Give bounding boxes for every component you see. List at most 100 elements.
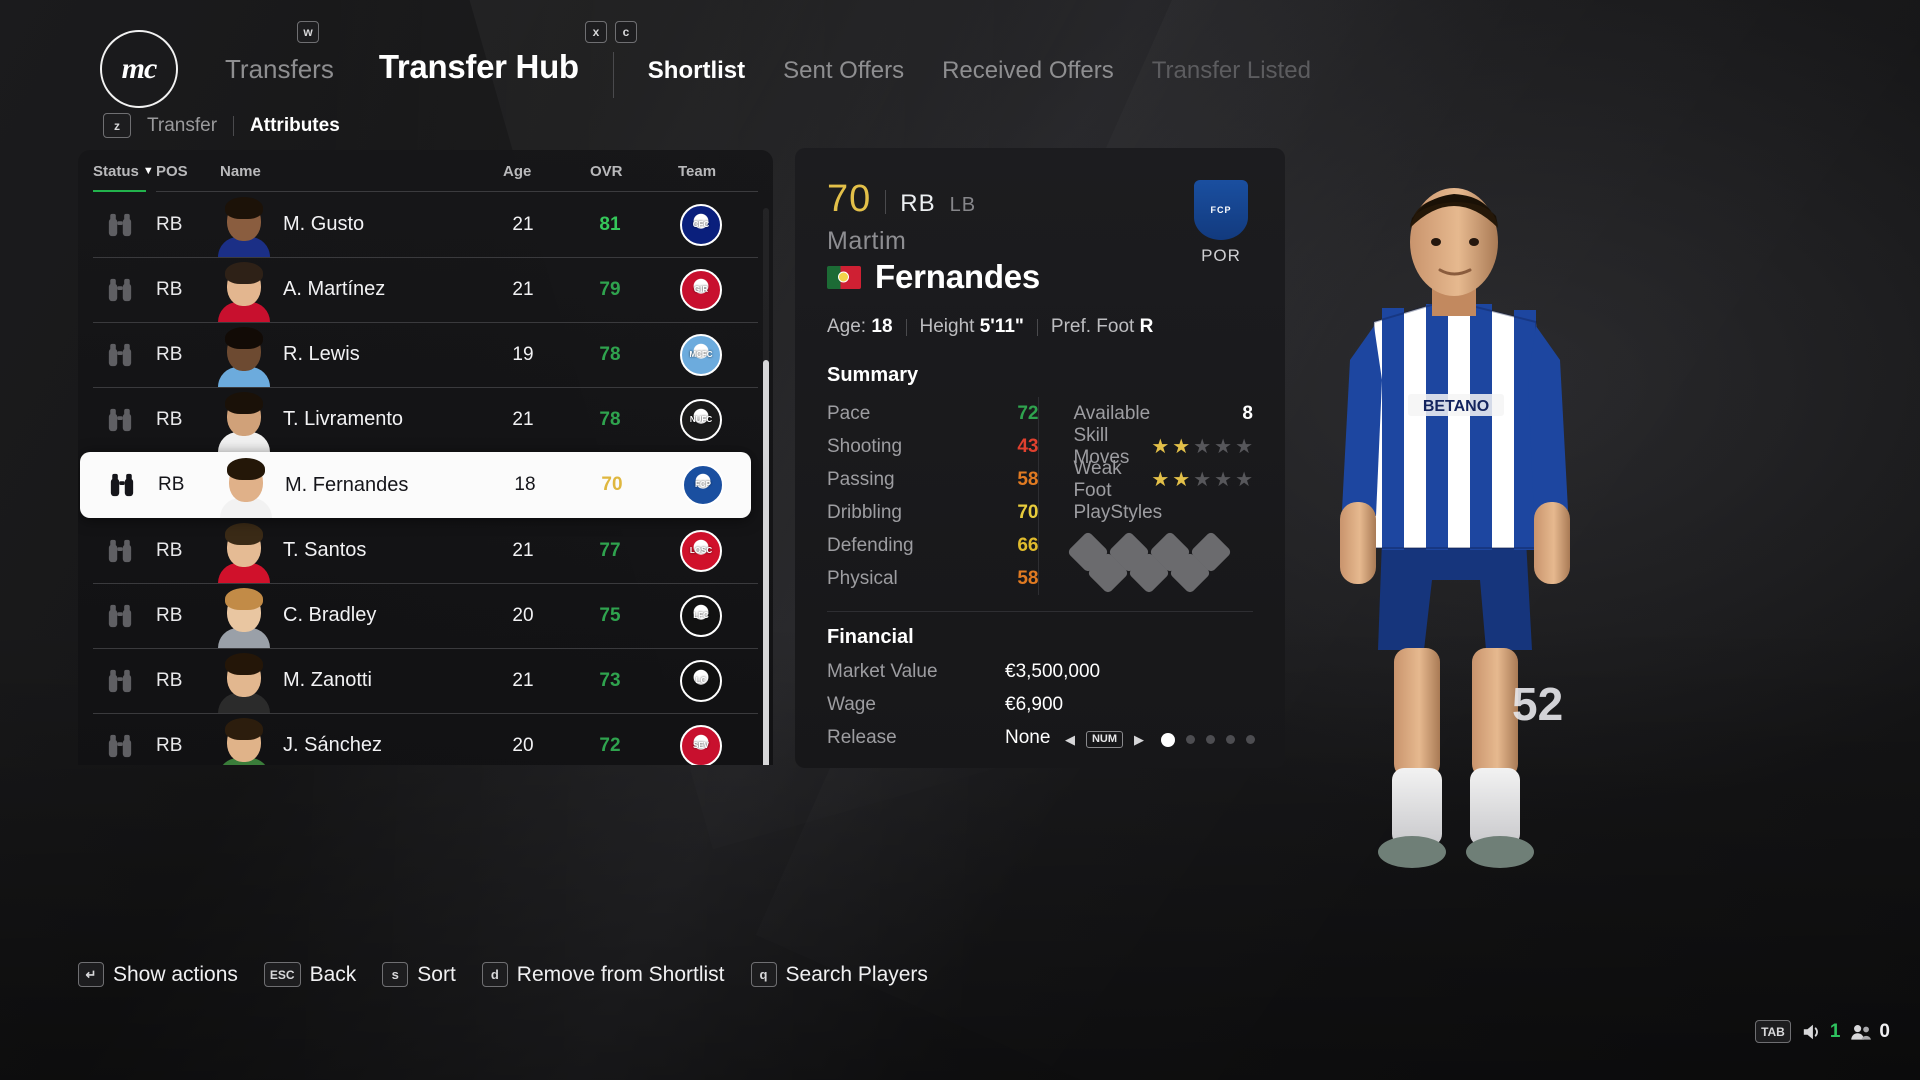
player-face-thumbnail [216,192,272,257]
column-header-name[interactable]: Name [220,163,261,180]
row-overall: 73 [599,669,621,691]
tab-shortlist[interactable]: Shortlist [648,57,745,85]
star-icon: ★ [1193,435,1212,458]
detail-overall-rating: 70 [827,178,872,220]
table-row-selected[interactable]: RB M. Fernandes 18 70 FCP [80,452,751,518]
scout-status-icon[interactable] [98,472,146,498]
row-age: 21 [512,278,534,300]
table-row[interactable]: RB T. Santos 21 77 LOSC [78,518,773,583]
tab-received-offers[interactable]: Received Offers [942,57,1114,85]
portugal-flag-icon [827,265,861,289]
row-overall: 78 [599,408,621,430]
people-indicator[interactable]: 0 [1850,1021,1890,1043]
table-row[interactable]: RB M. Zanotti 21 73 LC [78,648,773,713]
table-row[interactable]: RB R. Lewis 19 78 MCFC [78,322,773,387]
player-face-thumbnail [216,387,272,452]
action-hint[interactable]: ↵ Show actions [78,962,238,987]
breadcrumb-transfers[interactable]: Transfers [225,54,334,85]
summary-attribute-value: 72 [1017,402,1039,424]
pager-next-icon[interactable]: ▶ [1134,732,1144,748]
binoculars-icon [108,539,132,562]
scout-status-icon[interactable] [96,668,144,694]
pager-dot[interactable] [1186,735,1195,744]
pager-dot[interactable] [1161,732,1175,747]
page-title: Transfer Hub [378,48,579,85]
detail-rating-divider [885,190,887,214]
scout-status-icon[interactable] [96,342,144,368]
row-face [216,518,272,583]
column-header-pos[interactable]: POS [156,163,188,180]
row-team-crest: LC [673,659,729,702]
star-icon: ★ [1151,468,1170,491]
club-badge: FCP POR [1190,180,1252,266]
club-crest-icon: CFC [680,203,722,246]
club-crest-icon: LFC [680,594,722,637]
scout-status-icon[interactable] [96,603,144,629]
bio-divider [905,318,907,336]
column-header-team[interactable]: Team [678,163,716,180]
key-x: x [585,21,607,43]
row-player-name: R. Lewis [283,343,360,365]
binoculars-icon [108,734,132,757]
row-player-name: T. Livramento [283,408,404,430]
row-age: 20 [512,604,534,626]
summary-attribute-label: Physical [827,567,898,589]
weak-foot-row: Weak Foot ★ ★ ★ ★ ★ [1073,458,1253,501]
messages-indicator[interactable]: 1 [1801,1021,1840,1043]
table-row[interactable]: RB A. Martínez 21 79 GIR [78,257,773,322]
scout-status-icon[interactable] [96,407,144,433]
action-hint[interactable]: ESC Back [263,962,356,987]
subnav-divider [233,115,235,136]
app-logo-text: mc [121,52,158,85]
row-position: RB [158,474,185,495]
scout-status-icon[interactable] [96,733,144,759]
scout-status-icon[interactable] [96,538,144,564]
summary-attribute-label: Passing [827,468,895,490]
list-scrollbar-thumb[interactable] [763,360,769,765]
row-age: 21 [512,669,534,691]
detail-position-primary: RB [900,190,936,217]
transfer-hub-screen: mc w x c Transfers Transfer Hub Shortlis… [0,0,1920,1080]
tab-transfer-listed: Transfer Listed [1151,57,1311,84]
action-hint[interactable]: q Search Players [750,962,928,987]
subnav-item-transfer[interactable]: Transfer [147,115,217,137]
pager-prev-icon[interactable]: ◀ [1065,732,1075,748]
row-age: 21 [512,213,534,235]
table-row[interactable]: RB C. Bradley 20 75 LFC [78,583,773,648]
action-hint[interactable]: s Sort [382,962,456,987]
summary-attribute-value: 58 [1017,567,1039,589]
scout-status-icon[interactable] [96,277,144,303]
action-hint-key: s [382,962,409,987]
subnav-item-attributes[interactable]: Attributes [250,115,340,137]
action-hint[interactable]: d Remove from Shortlist [481,962,725,987]
player-face-thumbnail [216,648,272,713]
scout-status-icon[interactable] [96,212,144,238]
club-crest-icon: LOSC [680,529,722,572]
financial-value: None [1005,726,1051,748]
column-header-age[interactable]: Age [503,163,531,180]
transfers-key-hint: w [297,21,319,43]
age-label: Age: [827,316,867,337]
table-row[interactable]: RB M. Gusto 21 81 CFC [78,192,773,257]
table-row[interactable]: RB J. Sánchez 20 72 SEV [78,713,773,765]
player-face-thumbnail [216,713,272,765]
row-overall: 75 [599,604,621,626]
svg-text:52: 52 [1512,678,1563,730]
action-hint-key: ↵ [78,962,104,987]
table-row[interactable]: RB T. Livramento 21 78 NUFC [78,387,773,452]
player-detail-panel: FCP POR 70 RB LB Martim Fernandes Age: 1… [795,148,1285,768]
pager-dot[interactable] [1206,735,1215,744]
pager-dot[interactable] [1246,735,1255,744]
tab-sent-offers[interactable]: Sent Offers [783,57,904,85]
pager-dot[interactable] [1226,735,1235,744]
row-position: RB [156,734,183,756]
summary-attribute-value: 66 [1017,534,1039,556]
column-header-status[interactable]: Status ▼ [93,163,154,180]
row-player-name: J. Sánchez [283,734,382,756]
row-overall: 70 [601,474,623,495]
player-render-image: BETANO 52 [1290,180,1620,870]
height-value: 5'11" [979,316,1024,337]
club-crest-icon: MCFC [680,333,722,376]
column-header-ovr[interactable]: OVR [590,163,623,180]
row-team-crest: GIR [673,268,729,311]
